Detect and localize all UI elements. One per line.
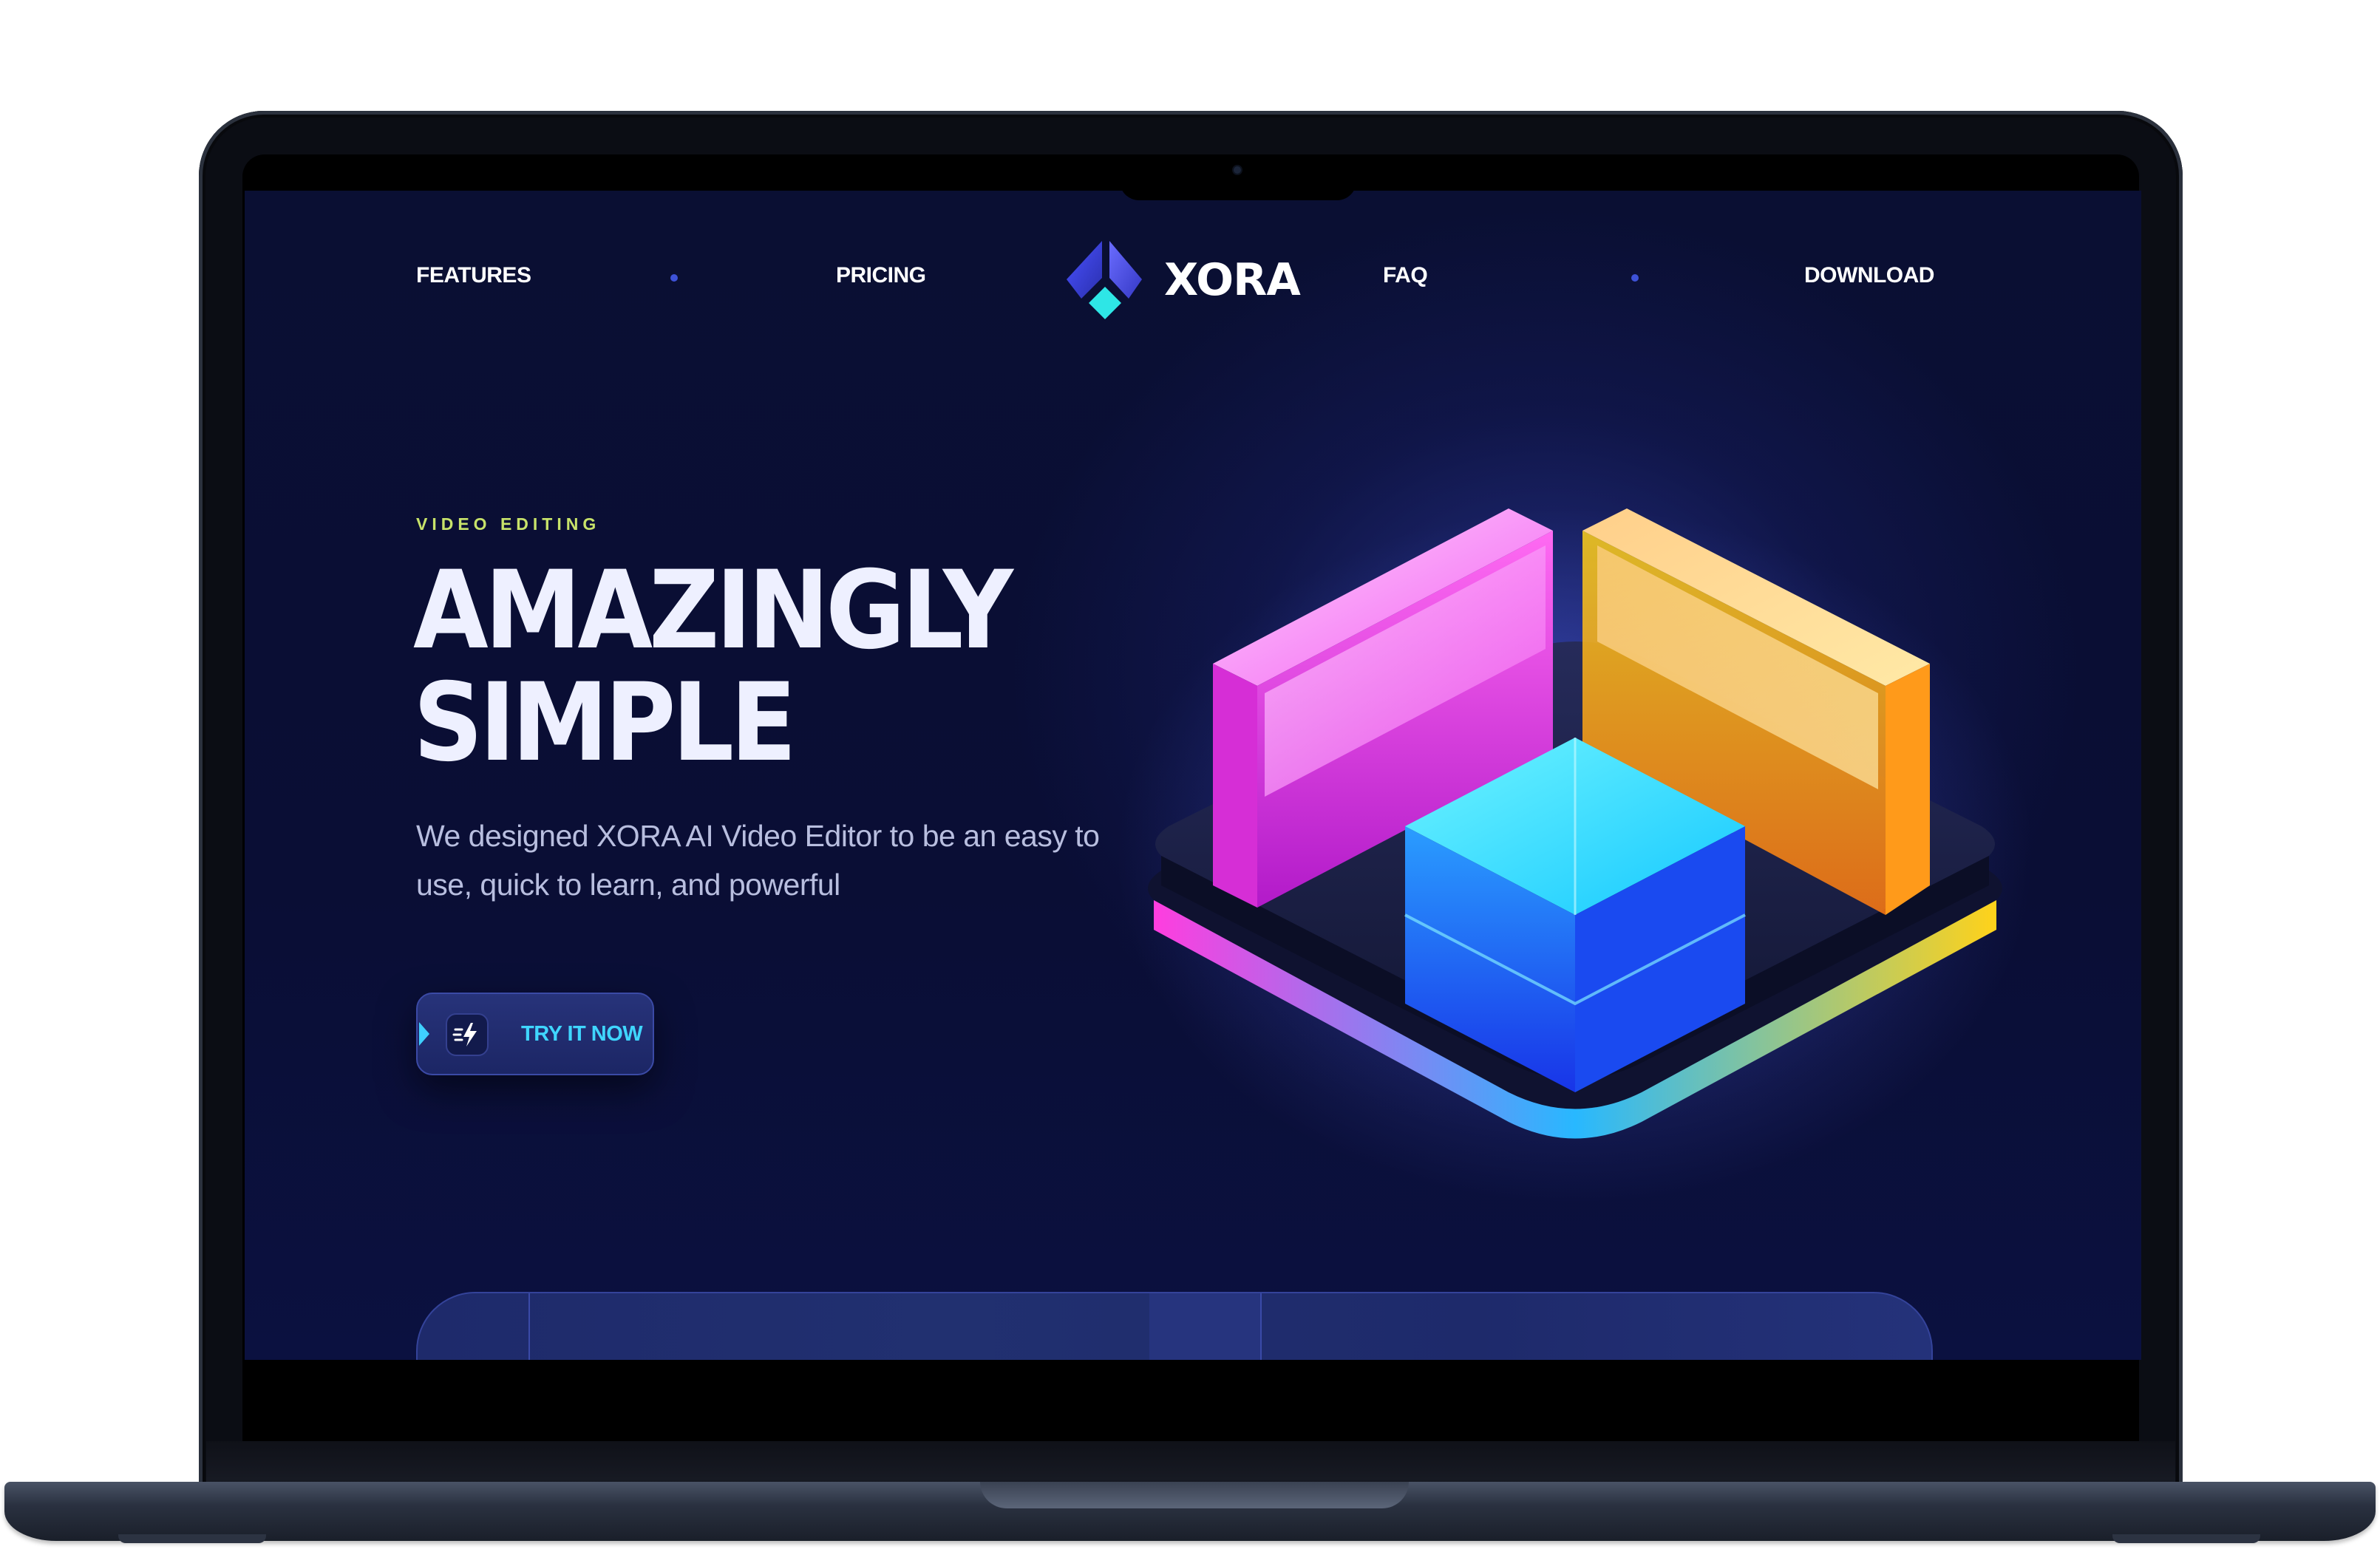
preview-divider-1 (528, 1293, 530, 1360)
laptop-foot-left (118, 1534, 266, 1543)
hero-headline: AMAZINGLY SIMPLE (413, 548, 1013, 786)
hero-description: We designed XORA AI Video Editor to be a… (416, 819, 1100, 902)
laptop-foot-right (2112, 1534, 2260, 1543)
caret-right-icon (419, 1022, 429, 1046)
try-it-now-button[interactable]: TRY IT NOW (416, 993, 654, 1075)
logo-text: XORA (1164, 254, 1301, 306)
nav-dot-right (1631, 274, 1639, 282)
nav-dot-left (670, 274, 678, 282)
camera-icon (1234, 166, 1241, 174)
headline-line-2: SIMPLE (413, 660, 797, 786)
preview-column (1149, 1293, 1260, 1360)
laptop-base (4, 1482, 2376, 1541)
preview-panel (416, 1292, 1933, 1360)
hero-eyebrow: VIDEO EDITING (416, 514, 601, 534)
nav-link-download[interactable]: DOWNLOAD (1804, 263, 1934, 288)
preview-divider-2 (1260, 1293, 1262, 1360)
xora-logo-icon (1067, 241, 1142, 319)
trackpad-notch (980, 1482, 1409, 1508)
nav-link-features[interactable]: FEATURES (416, 263, 531, 288)
xora-logo[interactable]: XORA (1067, 241, 1301, 322)
camera-notch (1120, 154, 1356, 200)
nav-link-faq[interactable]: FAQ (1383, 263, 1428, 288)
cta-label: TRY IT NOW (521, 1022, 643, 1046)
glass-blocks-illustration (1117, 508, 2033, 1203)
website-screen: FEATURES PRICING XORA FAQ DOWNLOAD VIDEO… (245, 191, 2141, 1360)
headline-line-1: AMAZINGLY (413, 548, 1013, 673)
nav-link-pricing[interactable]: PRICING (836, 263, 926, 288)
lightning-icon (446, 1013, 489, 1056)
